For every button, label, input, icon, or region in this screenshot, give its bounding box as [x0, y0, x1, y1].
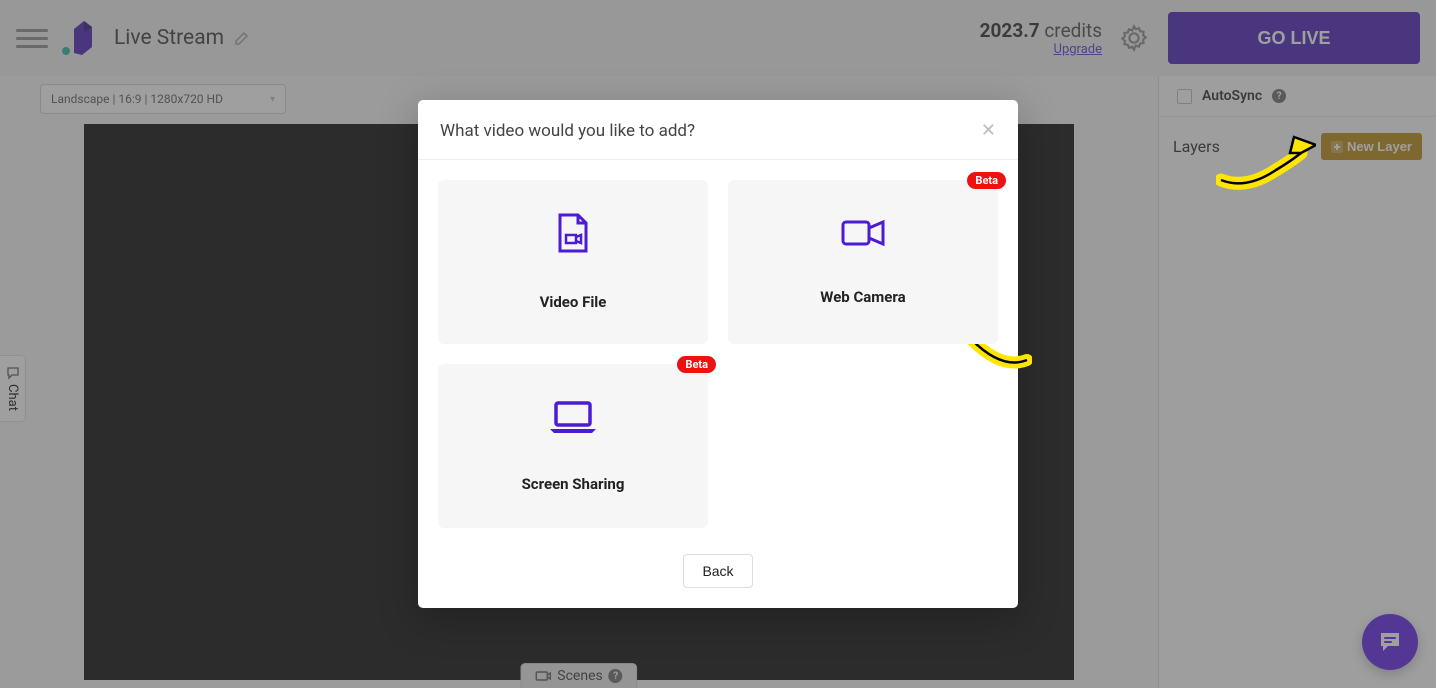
- card-label: Video File: [540, 293, 607, 311]
- web-camera-card[interactable]: Beta Web Camera: [728, 180, 998, 344]
- card-label: Screen Sharing: [522, 475, 625, 493]
- screen-sharing-card[interactable]: Beta Screen Sharing: [438, 364, 708, 528]
- video-file-card[interactable]: Video File: [438, 180, 708, 344]
- beta-badge: Beta: [967, 172, 1006, 189]
- file-video-icon: [556, 213, 590, 253]
- laptop-icon: [548, 399, 598, 435]
- add-video-modal: What video would you like to add? ✕ Vide…: [418, 100, 1018, 608]
- camera-icon: [841, 218, 885, 248]
- close-icon[interactable]: ✕: [981, 120, 996, 141]
- back-button[interactable]: Back: [683, 554, 752, 588]
- modal-cards: Video File Beta Web Camera Beta Screen S…: [418, 160, 1018, 548]
- modal-title: What video would you like to add?: [440, 121, 695, 141]
- modal-overlay: What video would you like to add? ✕ Vide…: [0, 0, 1436, 688]
- card-label: Web Camera: [820, 288, 905, 306]
- beta-badge: Beta: [677, 356, 716, 373]
- arrow-annotation: [1216, 135, 1316, 195]
- modal-header: What video would you like to add? ✕: [418, 100, 1018, 160]
